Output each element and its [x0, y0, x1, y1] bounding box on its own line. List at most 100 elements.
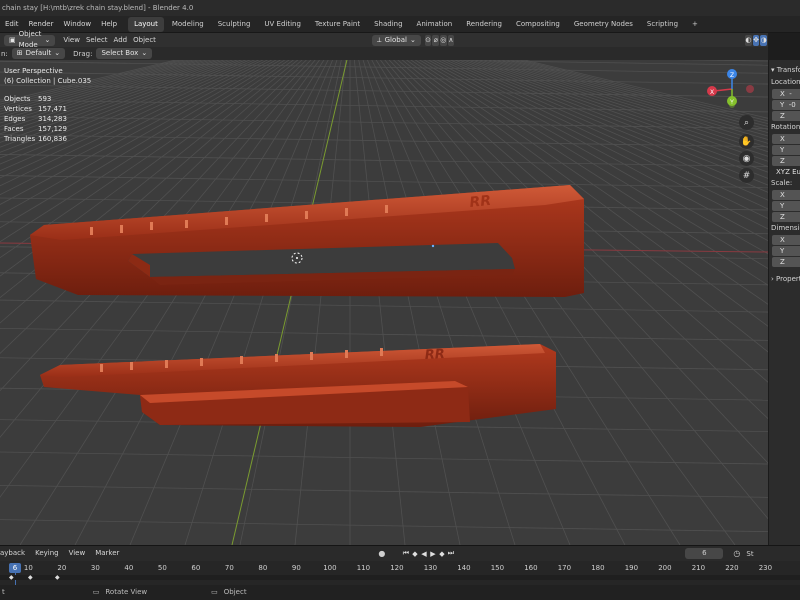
zoom-icon[interactable]: ⌕: [739, 115, 754, 130]
origin-point: [431, 244, 435, 248]
viewport-canvas[interactable]: RR RR Z X Y: [0, 47, 768, 545]
frame-tick-label: 20: [57, 564, 67, 572]
tab-layout[interactable]: Layout: [128, 16, 164, 32]
record-icon[interactable]: ●: [378, 549, 385, 558]
scale-y-field[interactable]: Y: [772, 201, 800, 211]
frame-tick-label: 170: [557, 564, 572, 572]
stat-row: Objects 593: [4, 95, 52, 103]
frame-tick-label: 230: [758, 564, 773, 572]
proportional-edit-icon[interactable]: ◎: [440, 34, 447, 46]
object-mode-icon: ▣: [9, 35, 16, 44]
tab-uv-editing[interactable]: UV Editing: [258, 17, 307, 32]
location-z-field[interactable]: Z: [772, 111, 800, 121]
properties-sidebar: ▾ Transfo Location: X - Y -0 Z Rotation:…: [768, 60, 800, 545]
tab-sculpting[interactable]: Sculpting: [212, 17, 257, 32]
keyframe-diamond[interactable]: ◆: [28, 574, 33, 581]
tab-compositing[interactable]: Compositing: [510, 17, 566, 32]
falloff-icon[interactable]: ∧: [447, 34, 455, 46]
gizmo-z-label: Z: [730, 72, 734, 79]
transform-section-header[interactable]: ▾ Transfo: [769, 64, 800, 76]
menu-view[interactable]: View: [63, 33, 80, 47]
playhead-frame-indicator[interactable]: 6: [9, 563, 21, 573]
jump-start-icon[interactable]: ⏮: [401, 549, 410, 559]
menu-keying[interactable]: Keying: [30, 545, 64, 562]
snap-icon[interactable]: ⌀: [432, 34, 439, 46]
frame-tick-label: 90: [291, 564, 301, 572]
rotate-view-hint: Rotate View: [105, 588, 148, 596]
mouse-right-icon: ▭: [211, 588, 218, 596]
tab-texture-paint[interactable]: Texture Paint: [309, 17, 366, 32]
frame-tick-label: 70: [224, 564, 234, 572]
frame-tick-label: 80: [258, 564, 268, 572]
tab-scripting[interactable]: Scripting: [641, 17, 684, 32]
frame-tick-label: 180: [591, 564, 605, 572]
pivot-icon[interactable]: ⊙: [424, 34, 432, 46]
frame-tick-label: 50: [157, 564, 167, 572]
location-x-field[interactable]: X -: [772, 89, 800, 99]
drag-value: Select Box: [101, 49, 139, 57]
keyframe-diamond[interactable]: ◆: [9, 574, 14, 581]
prev-keyframe-icon[interactable]: ◆: [410, 549, 419, 559]
menu-window[interactable]: Window: [58, 16, 96, 33]
frame-tick-label: 10: [23, 564, 33, 572]
stat-row: Triangles 160,836: [4, 135, 67, 143]
editor-header: ▣ Object Mode ⌄ View Select Add Object ⟂…: [0, 30, 768, 49]
tab-modeling[interactable]: Modeling: [166, 17, 210, 32]
active-collection: (6) Collection | Cube.035: [4, 77, 92, 85]
menu-help[interactable]: Help: [96, 16, 122, 33]
menu-add[interactable]: Add: [114, 33, 128, 47]
rotation-z-field[interactable]: Z: [772, 156, 800, 166]
frame-tick-label: 200: [658, 564, 672, 572]
camera-icon[interactable]: ◉: [739, 151, 754, 166]
mode-dropdown[interactable]: ▣ Object Mode ⌄: [4, 30, 56, 49]
overlay-toggle-icon[interactable]: ◑: [760, 34, 767, 46]
clock-icon: ◷: [733, 549, 741, 558]
current-frame-field[interactable]: 6: [685, 548, 724, 559]
perspective-grid-icon[interactable]: #: [739, 168, 754, 183]
menu-select[interactable]: Select: [86, 33, 108, 47]
play-reverse-icon[interactable]: ◀: [419, 549, 428, 559]
chevron-down-icon: ⌄: [44, 35, 51, 44]
menu-marker[interactable]: Marker: [90, 545, 124, 562]
add-workspace-icon[interactable]: +: [686, 17, 704, 32]
play-icon[interactable]: ▶: [428, 549, 437, 559]
svg-text:RR: RR: [424, 347, 445, 363]
scale-z-field[interactable]: Z: [772, 212, 800, 222]
dimensions-z-field[interactable]: Z: [772, 257, 800, 267]
stat-row: Edges 314,283: [4, 115, 67, 123]
menu-timeline-view[interactable]: View: [64, 545, 91, 562]
menu-object[interactable]: Object: [133, 33, 156, 47]
dimensions-x-field[interactable]: X: [772, 235, 800, 245]
rotation-x-field[interactable]: X: [772, 134, 800, 144]
orientation-dropdown[interactable]: ⊞ Default ⌄: [11, 48, 66, 59]
chevron-down-icon: ⌄: [409, 35, 416, 44]
tab-animation[interactable]: Animation: [411, 17, 459, 32]
gizmo-toggle-icon[interactable]: ✥: [752, 34, 760, 46]
tab-geometry-nodes[interactable]: Geometry Nodes: [568, 17, 639, 32]
location-y-field[interactable]: Y -0: [772, 100, 800, 110]
visibility-icon[interactable]: ◐: [745, 34, 752, 46]
keyframe-diamond[interactable]: ◆: [55, 574, 60, 581]
playback-controls: ⏮ ◆ ◀ ▶ ◆ ⏭: [401, 549, 455, 559]
drag-dropdown[interactable]: Select Box ⌄: [96, 48, 153, 59]
view-name: User Perspective: [4, 67, 63, 75]
tab-rendering[interactable]: Rendering: [460, 17, 508, 32]
next-keyframe-icon[interactable]: ◆: [437, 549, 446, 559]
properties-section-header[interactable]: › Propert: [769, 273, 800, 285]
menu-playback[interactable]: ayback: [0, 545, 30, 562]
transform-orientation-dropdown[interactable]: ⟂ Global ⌄: [371, 34, 421, 46]
orientation-value: Default: [25, 49, 52, 57]
rotation-y-field[interactable]: Y: [772, 145, 800, 155]
dimensions-y-field[interactable]: Y: [772, 246, 800, 256]
workspace-tabs: Layout Modeling Sculpting UV Editing Tex…: [128, 16, 706, 32]
tab-shading[interactable]: Shading: [368, 17, 408, 32]
pan-hand-icon[interactable]: ✋: [739, 134, 754, 149]
status-left-partial: t: [2, 588, 5, 596]
3d-viewport[interactable]: RR RR Z X Y User Perspective (6) Collect…: [0, 47, 768, 545]
dimensions-label: Dimension: [771, 224, 800, 232]
scale-x-field[interactable]: X: [772, 190, 800, 200]
timeline-ruler[interactable]: 10 20 30 40 50 60 70 80 90 100 110 120 130 140 150 160 1…: [0, 561, 800, 585]
jump-end-icon[interactable]: ⏭: [446, 549, 455, 559]
frame-tick-label: 150: [490, 564, 505, 572]
rotation-mode-dropdown[interactable]: XYZ Eule: [772, 167, 800, 177]
